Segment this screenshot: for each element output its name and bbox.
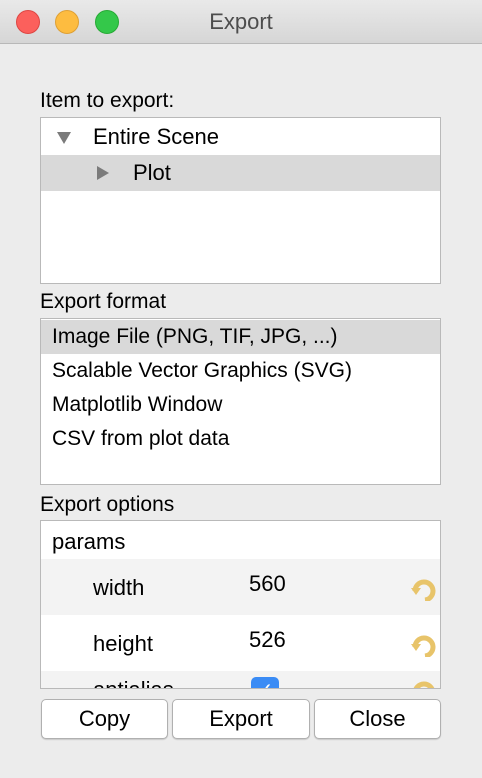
expand-arrow-icon[interactable] (57, 132, 71, 144)
format-list: Image File (PNG, TIF, JPG, ...) Scalable… (40, 318, 441, 485)
params-group-label: params (52, 529, 126, 554)
tree-item-label: Entire Scene (93, 124, 219, 149)
format-item-csv[interactable]: CSV from plot data (41, 422, 440, 456)
options-tree: params width 560 height 526 antialias ✓ (40, 520, 441, 689)
copy-button[interactable]: Copy (41, 699, 168, 739)
export-options-label: Export options (40, 493, 175, 516)
format-item-matplotlib[interactable]: Matplotlib Window (41, 388, 440, 422)
format-item-svg[interactable]: Scalable Vector Graphics (SVG) (41, 354, 440, 388)
reset-default-icon[interactable] (411, 579, 441, 601)
tree-item-plot[interactable]: Plot (41, 155, 440, 191)
antialias-checkbox[interactable]: ✓ (251, 677, 279, 688)
tree-item-entire-scene[interactable]: Entire Scene (41, 119, 440, 155)
export-format-label: Export format (40, 290, 167, 313)
param-name: height (93, 631, 153, 656)
export-button[interactable]: Export (172, 699, 310, 739)
reset-default-icon[interactable] (411, 681, 441, 689)
height-value-field[interactable]: 526 (249, 627, 286, 653)
reset-default-icon[interactable] (411, 635, 441, 657)
window-title: Export (209, 9, 273, 34)
item-to-export-label: Item to export: (40, 89, 175, 112)
collapse-arrow-icon[interactable] (97, 166, 109, 180)
params-group-row[interactable]: params (41, 521, 440, 559)
export-dialog: Export Item to export: Entire Scene Plot… (0, 0, 482, 778)
param-row-height[interactable]: height 526 (41, 615, 440, 671)
width-value-field[interactable]: 560 (249, 571, 286, 597)
param-name: width (93, 575, 145, 600)
title-bar: Export (0, 0, 482, 44)
item-tree: Entire Scene Plot (40, 117, 441, 284)
tree-item-label: Plot (133, 160, 171, 185)
param-row-width[interactable]: width 560 (41, 559, 440, 615)
param-row-antialias[interactable]: antialias ✓ (41, 671, 441, 689)
close-button[interactable]: Close (314, 699, 441, 739)
param-name: antialias (93, 677, 174, 688)
format-item-image-file[interactable]: Image File (PNG, TIF, JPG, ...) (41, 320, 440, 354)
